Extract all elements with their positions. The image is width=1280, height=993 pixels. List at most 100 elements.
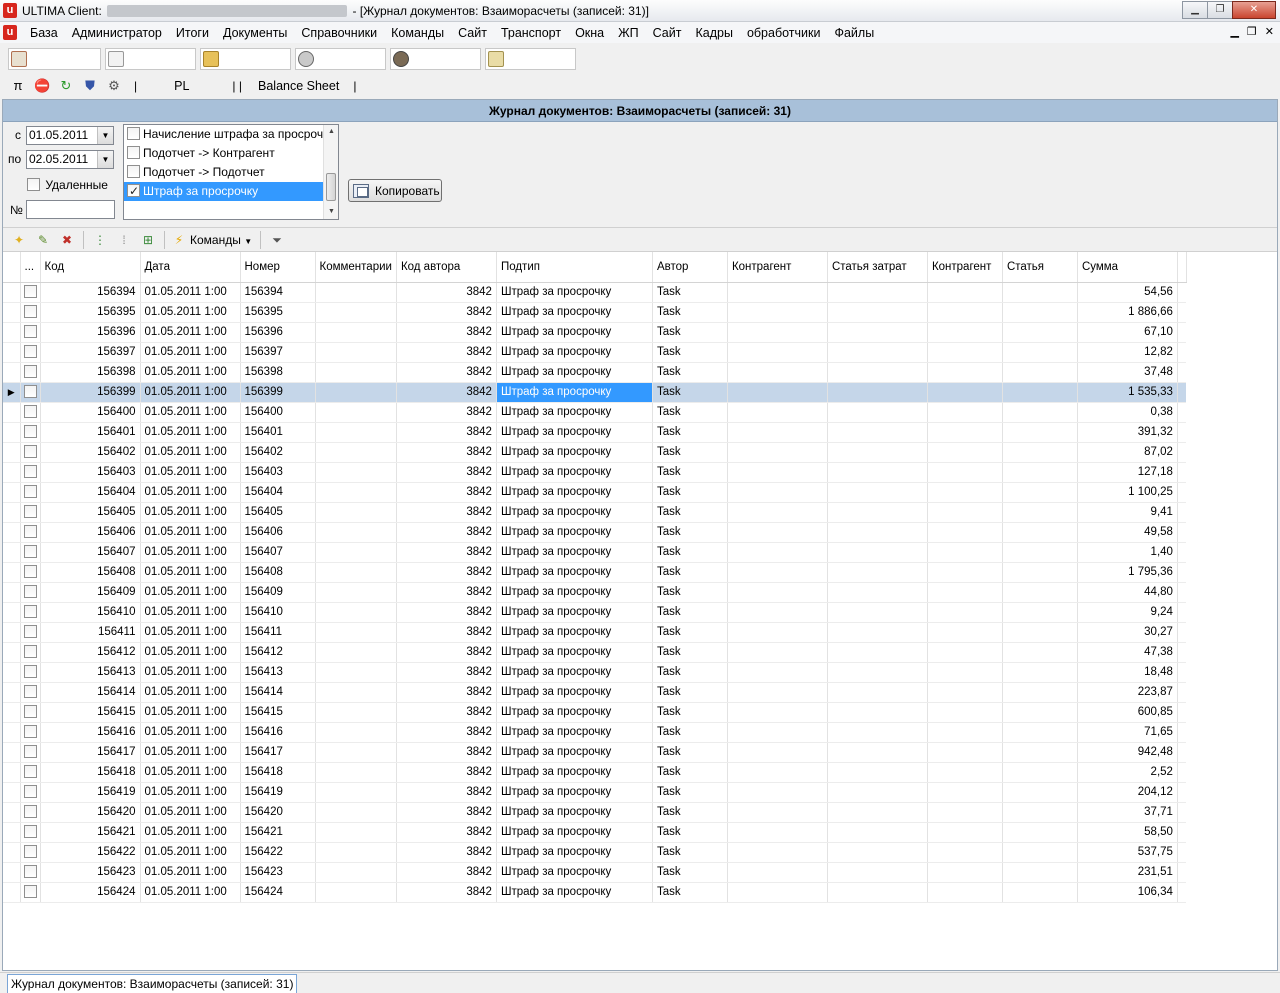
- minimize-icon[interactable]: ▁: [1182, 1, 1208, 19]
- menu-item[interactable]: Администратор: [65, 26, 169, 40]
- table-cell[interactable]: [727, 762, 828, 783]
- table-cell[interactable]: Task: [652, 562, 728, 583]
- table-cell[interactable]: [1002, 482, 1078, 503]
- table-row[interactable]: 156396 01.05.2011 1:00 156396 3842 Штраф за …: [3, 322, 1187, 343]
- row-indicator[interactable]: [3, 642, 21, 663]
- row-select-cell[interactable]: [20, 802, 41, 823]
- table-cell[interactable]: Штраф за просрочку: [496, 882, 653, 903]
- row-select-cell[interactable]: [20, 422, 41, 443]
- table-cell[interactable]: 156420: [240, 802, 316, 823]
- table-cell[interactable]: [727, 522, 828, 543]
- table-cell[interactable]: [827, 682, 928, 703]
- row-checkbox[interactable]: [23, 485, 37, 498]
- row-indicator[interactable]: [3, 802, 21, 823]
- mdi-restore-icon[interactable]: ❐: [1247, 25, 1257, 38]
- table-row[interactable]: 156421 01.05.2011 1:00 156421 3842 Штраф за …: [3, 822, 1187, 843]
- row-checkbox[interactable]: [23, 745, 37, 758]
- menu-item[interactable]: Файлы: [827, 26, 881, 40]
- table-cell[interactable]: Штраф за просрочку: [496, 362, 653, 383]
- table-cell[interactable]: 01.05.2011 1:00: [140, 362, 241, 383]
- table-cell[interactable]: Штраф за просрочку: [496, 542, 653, 563]
- table-cell[interactable]: [727, 482, 828, 503]
- table-cell[interactable]: Штраф за просрочку: [496, 762, 653, 783]
- table-cell[interactable]: Task: [652, 422, 728, 443]
- table-cell[interactable]: 37,48: [1077, 362, 1178, 383]
- table-cell[interactable]: 01.05.2011 1:00: [140, 602, 241, 623]
- row-indicator[interactable]: [3, 782, 21, 803]
- table-row[interactable]: 156400 01.05.2011 1:00 156400 3842 Штраф за …: [3, 402, 1187, 423]
- table-cell[interactable]: 3842: [396, 502, 497, 523]
- table-cell[interactable]: 1 535,33: [1077, 382, 1178, 403]
- table-cell[interactable]: Штраф за просрочку: [496, 702, 653, 723]
- row-checkbox[interactable]: [23, 805, 37, 818]
- table-cell[interactable]: [927, 662, 1003, 683]
- row-checkbox[interactable]: [23, 345, 37, 358]
- table-cell[interactable]: 3842: [396, 422, 497, 443]
- table-cell[interactable]: [927, 322, 1003, 343]
- menu-item[interactable]: Окна: [568, 26, 611, 40]
- table-cell[interactable]: [827, 542, 928, 563]
- row-checkbox[interactable]: [23, 845, 37, 858]
- table-cell[interactable]: [727, 582, 828, 603]
- table-cell[interactable]: [827, 502, 928, 523]
- menu-item[interactable]: ЖП: [611, 26, 646, 40]
- table-cell[interactable]: 3842: [396, 542, 497, 563]
- table-cell[interactable]: 156421: [40, 822, 141, 843]
- table-cell[interactable]: 3842: [396, 602, 497, 623]
- table-cell[interactable]: [827, 822, 928, 843]
- table-cell[interactable]: Штраф за просрочку: [496, 562, 653, 583]
- table-cell[interactable]: 106,34: [1077, 882, 1178, 903]
- row-checkbox[interactable]: [23, 385, 37, 398]
- to-date-dropdown-icon[interactable]: ▼: [97, 151, 113, 168]
- row-checkbox[interactable]: [23, 765, 37, 778]
- row-indicator[interactable]: [3, 322, 21, 343]
- table-cell[interactable]: [727, 622, 828, 643]
- table-cell[interactable]: 01.05.2011 1:00: [140, 542, 241, 563]
- table-cell[interactable]: [727, 662, 828, 683]
- row-select-cell[interactable]: [20, 822, 41, 843]
- table-cell[interactable]: 156406: [40, 522, 141, 543]
- table-cell[interactable]: [1002, 402, 1078, 423]
- table-cell[interactable]: 156411: [240, 622, 316, 643]
- table-cell[interactable]: Штраф за просрочку: [496, 642, 653, 663]
- table-cell[interactable]: [727, 342, 828, 363]
- table-cell[interactable]: [927, 842, 1003, 863]
- table-cell[interactable]: [827, 602, 928, 623]
- table-cell[interactable]: [315, 622, 397, 643]
- table-cell[interactable]: [315, 342, 397, 363]
- menu-item[interactable]: Транспорт: [494, 26, 568, 40]
- table-cell[interactable]: 01.05.2011 1:00: [140, 322, 241, 343]
- table-row[interactable]: 156404 01.05.2011 1:00 156404 3842 Штраф за …: [3, 482, 1187, 503]
- row-select-cell[interactable]: [20, 882, 41, 903]
- table-cell[interactable]: [727, 842, 828, 863]
- scroll-up-icon[interactable]: ▲: [324, 125, 338, 139]
- table-cell[interactable]: [827, 782, 928, 803]
- table-cell[interactable]: [315, 662, 397, 683]
- row-select-cell[interactable]: [20, 562, 41, 583]
- table-cell[interactable]: 156412: [40, 642, 141, 663]
- table-cell[interactable]: 01.05.2011 1:00: [140, 842, 241, 863]
- row-indicator[interactable]: [3, 822, 21, 843]
- table-cell[interactable]: 127,18: [1077, 462, 1178, 483]
- table-cell[interactable]: 156406: [240, 522, 316, 543]
- filter-icon[interactable]: ⏷: [269, 232, 285, 248]
- shield-icon[interactable]: ⛊: [82, 78, 98, 94]
- table-row[interactable]: 156403 01.05.2011 1:00 156403 3842 Штраф за …: [3, 462, 1187, 483]
- table-cell[interactable]: 3842: [396, 842, 497, 863]
- menu-item[interactable]: Итоги: [169, 26, 216, 40]
- row-indicator[interactable]: [3, 522, 21, 543]
- row-select-cell[interactable]: [20, 342, 41, 363]
- table-cell[interactable]: 156398: [40, 362, 141, 383]
- table-cell[interactable]: [727, 542, 828, 563]
- table-cell[interactable]: 01.05.2011 1:00: [140, 342, 241, 363]
- table-cell[interactable]: 156395: [240, 302, 316, 323]
- table-cell[interactable]: Task: [652, 722, 728, 743]
- row-indicator[interactable]: [3, 542, 21, 563]
- table-cell[interactable]: [827, 442, 928, 463]
- table-cell[interactable]: [927, 562, 1003, 583]
- table-cell[interactable]: Task: [652, 782, 728, 803]
- table-cell[interactable]: Task: [652, 322, 728, 343]
- table-row[interactable]: 156419 01.05.2011 1:00 156419 3842 Штраф за …: [3, 782, 1187, 803]
- row-checkbox[interactable]: [23, 405, 37, 418]
- table-cell[interactable]: 156420: [40, 802, 141, 823]
